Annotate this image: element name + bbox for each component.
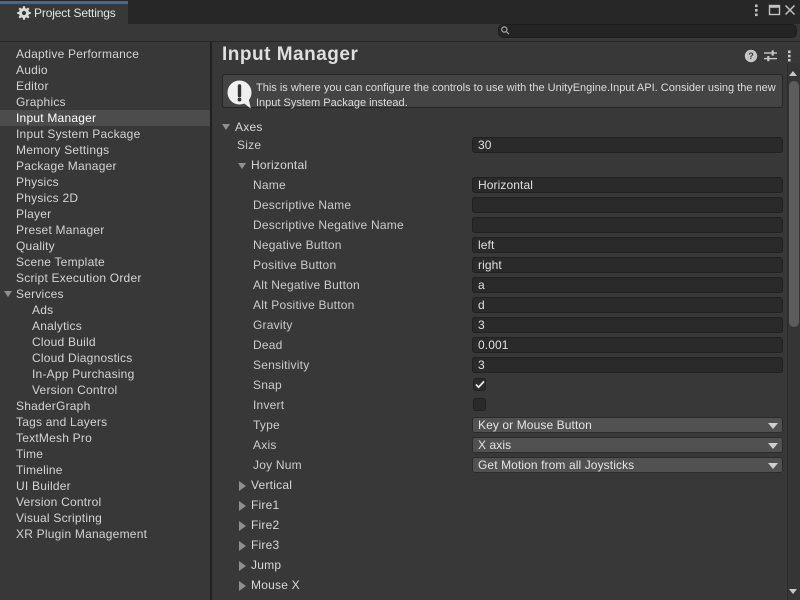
svg-text:?: ?: [748, 51, 754, 61]
